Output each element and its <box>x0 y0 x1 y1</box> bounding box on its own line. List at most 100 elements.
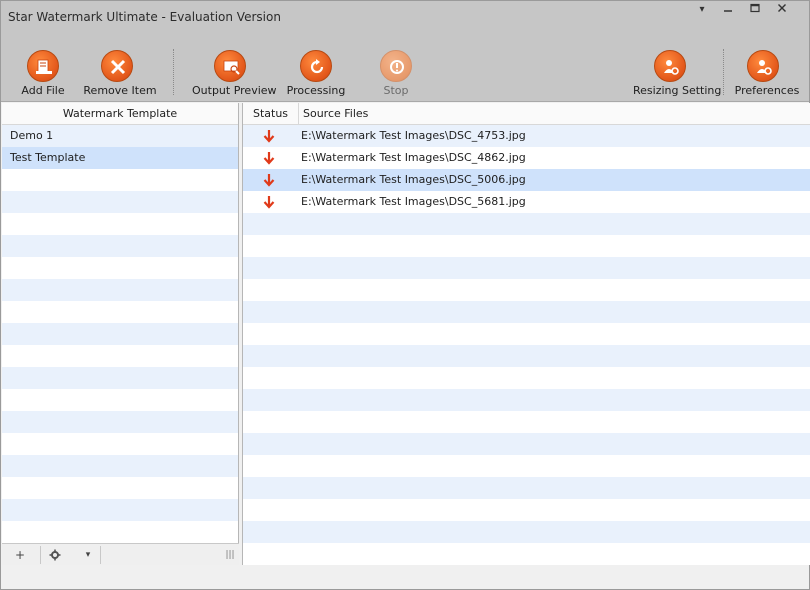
add-template-button[interactable]: + <box>8 547 32 563</box>
empty-row <box>2 521 238 543</box>
processing-button[interactable]: Processing <box>286 33 346 102</box>
user-gear-icon <box>747 50 779 82</box>
chevron-down-icon: ▾ <box>85 550 91 560</box>
empty-row <box>243 345 810 367</box>
empty-row <box>243 499 810 521</box>
output-preview-icon <box>214 50 246 82</box>
empty-row <box>2 499 238 521</box>
window-menu-button[interactable]: ▾ <box>689 3 715 19</box>
user-gear-icon <box>654 50 686 82</box>
empty-row <box>243 235 810 257</box>
resizing-setting-button[interactable]: Resizing Setting <box>633 33 722 102</box>
status-column-header[interactable]: Status <box>243 103 299 125</box>
empty-row <box>2 257 238 279</box>
settings-dropdown-button[interactable]: ▾ <box>80 547 96 563</box>
empty-row <box>243 477 810 499</box>
empty-row <box>243 389 810 411</box>
remove-item-button[interactable]: Remove Item <box>83 33 157 102</box>
empty-row <box>243 455 810 477</box>
empty-row <box>2 455 238 477</box>
empty-row <box>2 433 238 455</box>
maximize-button[interactable] <box>742 3 768 19</box>
empty-row <box>2 213 238 235</box>
empty-row <box>2 477 238 499</box>
watermark-template-panel: Watermark Template Demo 1 Test Template … <box>2 103 239 565</box>
gear-icon <box>49 549 61 561</box>
empty-row <box>243 323 810 345</box>
empty-row <box>2 169 238 191</box>
footer-separator <box>100 546 101 564</box>
source-files-header: Status Source Files <box>243 103 810 125</box>
template-item-label: Test Template <box>10 151 86 164</box>
preferences-label: Preferences <box>734 84 800 97</box>
app-window: Star Watermark Ultimate - Evaluation Ver… <box>0 0 810 590</box>
file-row[interactable]: E:\Watermark Test Images\DSC_5006.jpg <box>243 169 810 191</box>
down-arrow-icon <box>263 152 275 165</box>
empty-row <box>243 213 810 235</box>
empty-row <box>243 521 810 543</box>
empty-row <box>2 345 238 367</box>
resizing-setting-label: Resizing Setting <box>633 84 722 97</box>
empty-row <box>243 279 810 301</box>
empty-row <box>2 411 238 433</box>
output-preview-label: Output Preview <box>192 84 277 97</box>
empty-row <box>2 191 238 213</box>
down-arrow-icon <box>263 196 275 209</box>
file-row[interactable]: E:\Watermark Test Images\DSC_4862.jpg <box>243 147 810 169</box>
empty-row <box>243 257 810 279</box>
empty-row <box>243 367 810 389</box>
toolbar: Add File Remove Item Output Preview Proc… <box>1 33 809 102</box>
template-footer-bar: + ▾ ||| <box>2 543 239 565</box>
empty-row <box>2 389 238 411</box>
file-row[interactable]: E:\Watermark Test Images\DSC_5681.jpg <box>243 191 810 213</box>
window-title: Star Watermark Ultimate - Evaluation Ver… <box>8 10 281 24</box>
file-path: E:\Watermark Test Images\DSC_5006.jpg <box>301 173 526 186</box>
output-preview-button[interactable]: Output Preview <box>192 33 277 102</box>
empty-row <box>2 367 238 389</box>
empty-row <box>243 543 810 565</box>
processing-label: Processing <box>286 84 346 97</box>
down-arrow-icon <box>263 174 275 187</box>
template-item-label: Demo 1 <box>10 129 54 142</box>
empty-row <box>2 323 238 345</box>
empty-row <box>243 411 810 433</box>
source-files-panel: Status Source Files E:\Watermark Test Im… <box>242 103 810 565</box>
empty-row <box>2 279 238 301</box>
file-path: E:\Watermark Test Images\DSC_4862.jpg <box>301 151 526 164</box>
empty-row <box>243 433 810 455</box>
minimize-icon <box>724 10 732 12</box>
template-settings-button[interactable] <box>44 547 66 563</box>
remove-icon <box>101 50 133 82</box>
file-row[interactable]: E:\Watermark Test Images\DSC_4753.jpg <box>243 125 810 147</box>
down-arrow-icon <box>263 130 275 143</box>
empty-row <box>2 235 238 257</box>
stop-label: Stop <box>383 84 409 97</box>
empty-row <box>243 301 810 323</box>
processing-icon <box>300 50 332 82</box>
title-bar[interactable]: Star Watermark Ultimate - Evaluation Ver… <box>1 1 809 33</box>
toolbar-separator <box>173 49 174 95</box>
toolbar-separator <box>723 49 724 95</box>
file-path: E:\Watermark Test Images\DSC_4753.jpg <box>301 129 526 142</box>
add-file-label: Add File <box>21 84 65 97</box>
stop-icon <box>380 50 412 82</box>
footer-separator <box>40 546 41 564</box>
chevron-down-icon: ▾ <box>699 4 705 15</box>
empty-row <box>2 301 238 323</box>
resize-grip-icon[interactable]: ||| <box>224 547 236 563</box>
source-files-column-header[interactable]: Source Files <box>303 103 368 125</box>
close-button[interactable] <box>769 3 795 19</box>
remove-item-label: Remove Item <box>83 84 157 97</box>
stop-button[interactable]: Stop <box>370 33 422 102</box>
minimize-button[interactable] <box>715 3 741 19</box>
add-file-icon <box>27 50 59 82</box>
close-icon <box>778 4 786 12</box>
plus-icon: + <box>14 548 26 562</box>
add-file-button[interactable]: Add File <box>19 33 67 102</box>
template-item-demo-1[interactable]: Demo 1 <box>2 125 238 147</box>
maximize-icon <box>750 3 760 13</box>
preferences-button[interactable]: Preferences <box>733 33 801 102</box>
template-item-test-template[interactable]: Test Template <box>2 147 238 169</box>
watermark-template-header[interactable]: Watermark Template <box>2 103 238 125</box>
file-path: E:\Watermark Test Images\DSC_5681.jpg <box>301 195 526 208</box>
